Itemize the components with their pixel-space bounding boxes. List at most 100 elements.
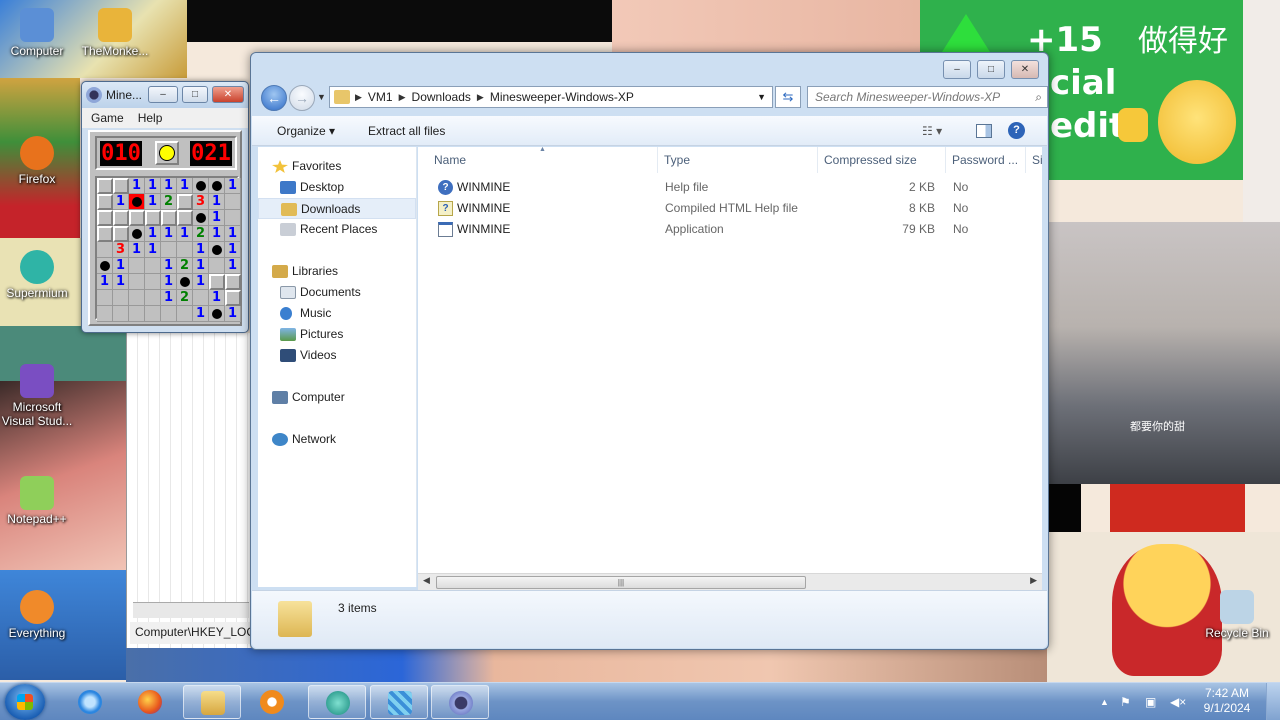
- mine-cell-unopened[interactable]: [161, 210, 177, 226]
- mine-cell-number[interactable]: 1: [209, 210, 225, 226]
- mine-cell-number[interactable]: 1: [177, 226, 193, 242]
- mine-cell-unopened[interactable]: [97, 210, 113, 226]
- mine-cell-number[interactable]: 3: [113, 242, 129, 258]
- start-button[interactable]: [5, 684, 45, 720]
- column-header-type[interactable]: Type: [658, 147, 818, 173]
- taskbar-explorer[interactable]: [183, 685, 241, 719]
- mine-icon[interactable]: [177, 274, 193, 290]
- nav-downloads[interactable]: Downloads: [258, 198, 416, 219]
- desktop-icon-computer[interactable]: Computer: [0, 8, 76, 58]
- breadcrumb-current-folder[interactable]: Minesweeper-Windows-XP: [486, 90, 638, 104]
- mine-cell-number[interactable]: 1: [193, 306, 209, 322]
- mine-cell-number[interactable]: 1: [225, 306, 241, 322]
- desktop-icon-themonkey[interactable]: TheMonke...: [76, 8, 154, 58]
- taskbar-internet-explorer[interactable]: [61, 685, 119, 719]
- desktop-icon-recycle-bin[interactable]: Recycle Bin: [1198, 590, 1276, 640]
- mine-cell-empty[interactable]: [145, 290, 161, 306]
- table-row[interactable]: ? WINMINE Help file 2 KB No: [418, 177, 1038, 198]
- mine-cell-unopened[interactable]: [97, 226, 113, 242]
- mine-cell-number[interactable]: 1: [225, 258, 241, 274]
- mine-cell-number[interactable]: 1: [161, 258, 177, 274]
- address-bar[interactable]: ▶ VM1 ▶ Downloads ▶ Minesweeper-Windows-…: [329, 86, 773, 108]
- mine-cell-number[interactable]: 1: [145, 242, 161, 258]
- column-header-size[interactable]: Si: [1026, 147, 1042, 173]
- nav-videos[interactable]: Videos: [258, 345, 416, 366]
- maximize-button[interactable]: □: [977, 60, 1005, 79]
- nav-pictures[interactable]: Pictures: [258, 324, 416, 345]
- show-desktop-button[interactable]: [1266, 683, 1280, 720]
- mine-cell-number[interactable]: 1: [209, 290, 225, 306]
- mine-cell-number[interactable]: 2: [161, 194, 177, 210]
- action-center-flag-icon[interactable]: ⚑: [1120, 695, 1131, 709]
- mine-cell-unopened[interactable]: [97, 178, 113, 194]
- smiley-reset-button[interactable]: [155, 141, 179, 165]
- mine-cell-empty[interactable]: [129, 306, 145, 322]
- mine-cell-empty[interactable]: [177, 306, 193, 322]
- mine-cell-empty[interactable]: [145, 258, 161, 274]
- mine-icon[interactable]: [193, 178, 209, 194]
- minefield-grid[interactable]: 111111123111112113111111211111112111: [95, 176, 241, 322]
- mine-cell-number[interactable]: 1: [97, 274, 113, 290]
- taskbar-supermium[interactable]: [308, 685, 366, 719]
- breadcrumb-downloads[interactable]: Downloads: [408, 90, 475, 104]
- mine-cell-unopened[interactable]: [113, 226, 129, 242]
- nav-computer[interactable]: Computer: [258, 387, 416, 408]
- nav-favorites[interactable]: Favorites: [258, 156, 416, 177]
- mine-cell-unopened[interactable]: [225, 290, 241, 306]
- mine-cell-number[interactable]: 2: [177, 290, 193, 306]
- desktop-icon-everything[interactable]: Everything: [0, 590, 76, 640]
- show-hidden-icons-icon[interactable]: ▲: [1100, 697, 1109, 707]
- mine-cell-number[interactable]: 1: [225, 226, 241, 242]
- mine-icon[interactable]: [209, 306, 225, 322]
- close-button[interactable]: ✕: [1011, 60, 1039, 79]
- minimize-button[interactable]: –: [943, 60, 971, 79]
- extract-all-button[interactable]: Extract all files: [368, 124, 445, 138]
- mine-icon[interactable]: [209, 242, 225, 258]
- mine-cell-number[interactable]: 3: [193, 194, 209, 210]
- help-icon[interactable]: ?: [1008, 122, 1025, 139]
- mine-cell-unopened[interactable]: [145, 210, 161, 226]
- scroll-right-icon[interactable]: ▶: [1030, 575, 1037, 586]
- preview-pane-icon[interactable]: [976, 124, 992, 138]
- mine-cell-number[interactable]: 1: [161, 178, 177, 194]
- search-input[interactable]: Search Minesweeper-Windows-XP ⌕: [807, 86, 1048, 108]
- mine-cell-unopened[interactable]: [177, 194, 193, 210]
- mine-cell-number[interactable]: 1: [145, 194, 161, 210]
- taskbar-media-player[interactable]: [243, 685, 301, 719]
- exploded-mine-icon[interactable]: [129, 194, 145, 210]
- mine-cell-number[interactable]: 1: [113, 258, 129, 274]
- mine-cell-number[interactable]: 1: [161, 274, 177, 290]
- desktop-icon-supermium[interactable]: Supermium: [0, 250, 76, 300]
- minesweeper-maximize-button[interactable]: □: [182, 86, 208, 103]
- nav-desktop[interactable]: Desktop: [258, 177, 416, 198]
- mine-cell-number[interactable]: 1: [193, 258, 209, 274]
- desktop-icon-firefox[interactable]: Firefox: [0, 136, 76, 186]
- table-row[interactable]: WINMINE Application 79 KB No: [418, 219, 1038, 240]
- desktop-icon-notepadpp[interactable]: Notepad++: [0, 476, 76, 526]
- mine-cell-number[interactable]: 1: [129, 178, 145, 194]
- mine-cell-number[interactable]: 1: [161, 226, 177, 242]
- mine-cell-empty[interactable]: [225, 194, 241, 210]
- mine-cell-empty[interactable]: [177, 242, 193, 258]
- mine-cell-empty[interactable]: [113, 306, 129, 322]
- taskbar-firefox[interactable]: [121, 685, 179, 719]
- mine-cell-unopened[interactable]: [225, 274, 241, 290]
- nav-recent-places[interactable]: Recent Places: [258, 219, 416, 240]
- mine-cell-number[interactable]: 1: [209, 226, 225, 242]
- nav-network[interactable]: Network: [258, 429, 416, 450]
- minesweeper-minimize-button[interactable]: –: [148, 86, 178, 103]
- nav-music[interactable]: Music: [258, 303, 416, 324]
- desktop-icon-visual-studio[interactable]: Microsoft Visual Stud...: [0, 364, 76, 428]
- mine-cell-number[interactable]: 1: [209, 194, 225, 210]
- mine-cell-unopened[interactable]: [113, 178, 129, 194]
- mine-cell-empty[interactable]: [225, 210, 241, 226]
- mine-cell-empty[interactable]: [97, 306, 113, 322]
- mine-cell-number[interactable]: 1: [113, 274, 129, 290]
- mine-cell-empty[interactable]: [97, 242, 113, 258]
- mine-cell-number[interactable]: 1: [161, 290, 177, 306]
- file-list[interactable]: Name ▲ Type Compressed size Password ...…: [418, 146, 1042, 574]
- mine-cell-number[interactable]: 2: [193, 226, 209, 242]
- refresh-button[interactable]: ⇆: [775, 86, 801, 108]
- mine-icon[interactable]: [129, 226, 145, 242]
- taskbar-regedit[interactable]: [370, 685, 428, 719]
